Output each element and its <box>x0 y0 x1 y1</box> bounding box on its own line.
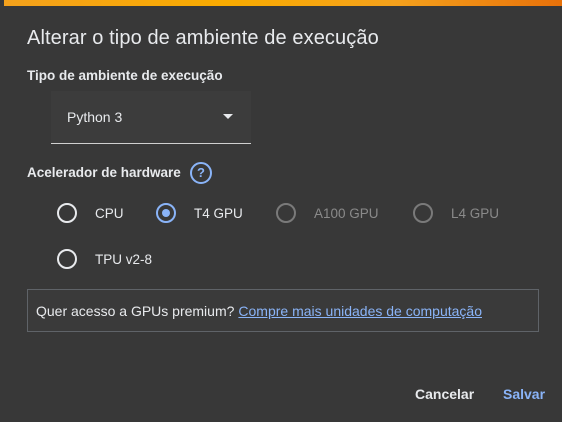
premium-gpu-banner: Quer acesso a GPUs premium? Compre mais … <box>27 289 539 332</box>
radio-label: T4 GPU <box>194 205 243 221</box>
dialog-title: Alterar o tipo de ambiente de execução <box>27 27 379 49</box>
promo-text: Quer acesso a GPUs premium? <box>36 302 235 319</box>
buy-compute-units-link[interactable]: Compre mais unidades de computação <box>238 303 482 319</box>
radio-circle-icon <box>276 203 296 223</box>
radio-label: TPU v2-8 <box>95 251 153 267</box>
runtime-type-label: Tipo de ambiente de execução <box>27 68 223 83</box>
radio-l4-gpu: L4 GPU <box>413 203 499 223</box>
radio-circle-icon <box>413 203 433 223</box>
help-icon[interactable]: ? <box>190 162 212 184</box>
radio-label: A100 GPU <box>314 205 379 221</box>
hardware-accelerator-label: Acelerador de hardware <box>27 165 181 180</box>
radio-circle-icon <box>57 203 77 223</box>
runtime-type-value: Python 3 <box>67 109 123 125</box>
radio-a100-gpu: A100 GPU <box>276 203 379 223</box>
runtime-dialog: Alterar o tipo de ambiente de execução T… <box>0 0 562 422</box>
radio-label: CPU <box>95 205 124 221</box>
radio-cpu[interactable]: CPU <box>57 203 124 223</box>
save-button[interactable]: Salvar <box>503 386 545 402</box>
radio-selected-icon <box>156 203 176 223</box>
radio-tpu-v2-8[interactable]: TPU v2-8 <box>57 249 152 269</box>
runtime-type-select[interactable]: Python 3 <box>51 91 251 144</box>
radio-label: L4 GPU <box>451 205 500 221</box>
radio-t4-gpu[interactable]: T4 GPU <box>156 203 243 223</box>
caret-down-icon <box>223 114 233 119</box>
dialog-accent-bar <box>4 0 562 6</box>
cancel-button[interactable]: Cancelar <box>415 386 474 402</box>
radio-circle-icon <box>57 249 77 269</box>
